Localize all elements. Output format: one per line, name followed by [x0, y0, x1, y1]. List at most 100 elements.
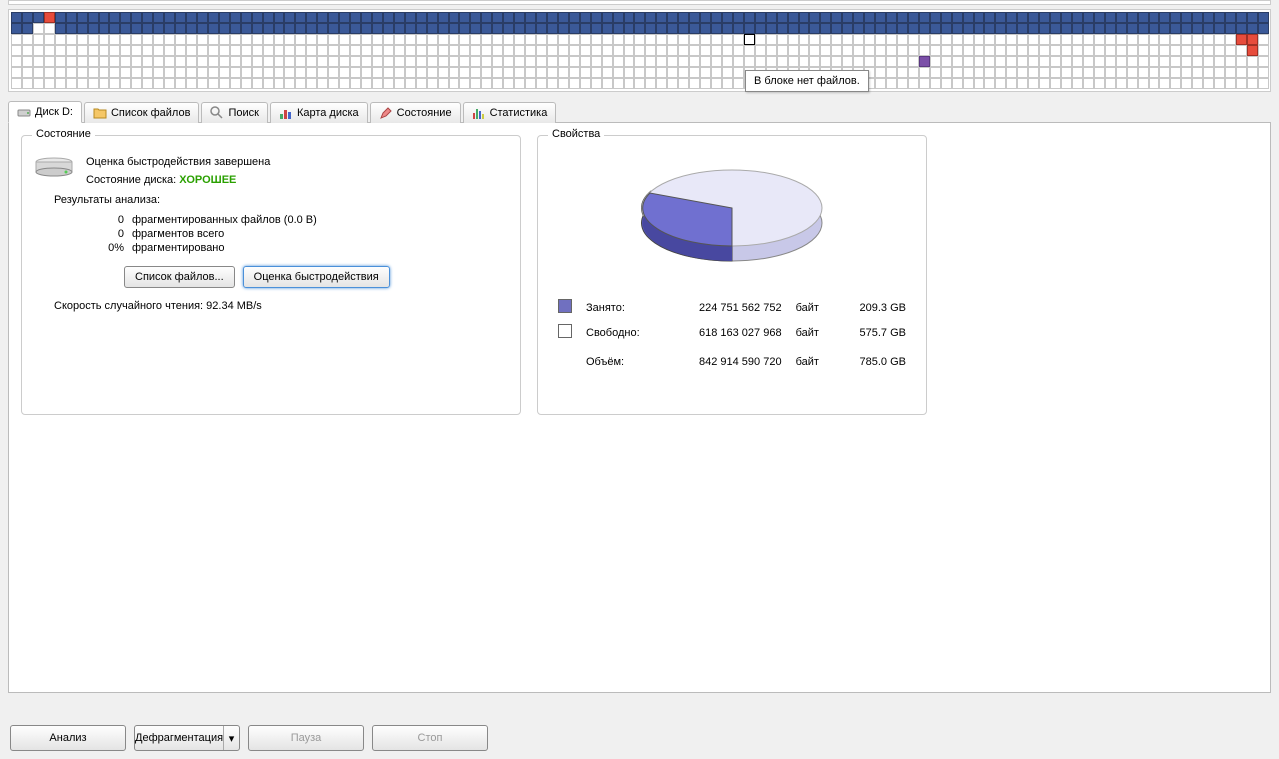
map-cell[interactable]	[77, 12, 88, 23]
map-cell[interactable]	[394, 45, 405, 56]
map-cell[interactable]	[350, 56, 361, 67]
map-cell[interactable]	[1116, 12, 1127, 23]
map-cell[interactable]	[1105, 12, 1116, 23]
map-cell[interactable]	[1006, 12, 1017, 23]
map-cell[interactable]	[99, 12, 110, 23]
map-cell[interactable]	[186, 56, 197, 67]
map-cell[interactable]	[1170, 56, 1181, 67]
map-cell[interactable]	[481, 12, 492, 23]
map-cell[interactable]	[339, 56, 350, 67]
map-cell[interactable]	[897, 12, 908, 23]
map-cell[interactable]	[66, 12, 77, 23]
map-cell[interactable]	[131, 78, 142, 89]
map-cell[interactable]	[853, 45, 864, 56]
map-cell[interactable]	[416, 12, 427, 23]
map-cell[interactable]	[897, 67, 908, 78]
map-cell[interactable]	[405, 56, 416, 67]
map-cell[interactable]	[930, 78, 941, 89]
map-cell[interactable]	[22, 23, 33, 34]
map-cell[interactable]	[142, 23, 153, 34]
map-cell[interactable]	[558, 23, 569, 34]
map-cell[interactable]	[55, 12, 66, 23]
map-cell[interactable]	[788, 23, 799, 34]
map-cell[interactable]	[55, 34, 66, 45]
map-cell[interactable]	[1214, 34, 1225, 45]
map-cell[interactable]	[350, 45, 361, 56]
map-cell[interactable]	[875, 12, 886, 23]
defrag-button[interactable]: Дефрагментация ▾	[134, 725, 240, 751]
map-cell[interactable]	[361, 34, 372, 45]
tab-search[interactable]: Поиск	[201, 102, 267, 123]
map-cell[interactable]	[1159, 78, 1170, 89]
map-cell[interactable]	[766, 23, 777, 34]
map-cell[interactable]	[306, 34, 317, 45]
map-cell[interactable]	[284, 23, 295, 34]
map-cell[interactable]	[175, 12, 186, 23]
pause-button[interactable]: Пауза	[248, 725, 364, 751]
map-cell[interactable]	[634, 45, 645, 56]
map-cell[interactable]	[514, 78, 525, 89]
map-cell[interactable]	[700, 34, 711, 45]
map-cell[interactable]	[88, 67, 99, 78]
map-cell[interactable]	[995, 34, 1006, 45]
map-cell[interactable]	[788, 45, 799, 56]
map-cell[interactable]	[853, 23, 864, 34]
map-cell[interactable]	[131, 23, 142, 34]
map-cell[interactable]	[66, 34, 77, 45]
map-cell[interactable]	[1083, 34, 1094, 45]
map-cell[interactable]	[219, 45, 230, 56]
map-cell[interactable]	[131, 12, 142, 23]
map-cell[interactable]	[995, 78, 1006, 89]
map-cell[interactable]	[328, 34, 339, 45]
map-cell[interactable]	[514, 23, 525, 34]
map-cell[interactable]	[197, 12, 208, 23]
map-cell[interactable]	[624, 34, 635, 45]
map-cell[interactable]	[514, 45, 525, 56]
map-cell[interactable]	[219, 34, 230, 45]
map-cell[interactable]	[44, 23, 55, 34]
map-cell[interactable]	[788, 56, 799, 67]
map-cell[interactable]	[1105, 56, 1116, 67]
map-cell[interactable]	[656, 56, 667, 67]
map-cell[interactable]	[1006, 67, 1017, 78]
map-cell[interactable]	[1149, 34, 1160, 45]
chevron-down-icon[interactable]: ▾	[224, 726, 239, 750]
map-cell[interactable]	[252, 23, 263, 34]
map-cell[interactable]	[503, 67, 514, 78]
map-cell[interactable]	[208, 56, 219, 67]
map-cell[interactable]	[1203, 12, 1214, 23]
map-cell[interactable]	[1203, 23, 1214, 34]
map-cell[interactable]	[55, 78, 66, 89]
map-cell[interactable]	[241, 34, 252, 45]
map-cell[interactable]	[230, 34, 241, 45]
map-cell[interactable]	[153, 56, 164, 67]
map-cell[interactable]	[153, 34, 164, 45]
map-cell[interactable]	[645, 78, 656, 89]
map-cell[interactable]	[438, 78, 449, 89]
map-cell[interactable]	[678, 45, 689, 56]
map-cell[interactable]	[77, 45, 88, 56]
map-cell[interactable]	[383, 23, 394, 34]
map-cell[interactable]	[295, 12, 306, 23]
map-cell[interactable]	[394, 56, 405, 67]
map-cell[interactable]	[350, 34, 361, 45]
map-cell[interactable]	[1039, 67, 1050, 78]
map-cell[interactable]	[427, 78, 438, 89]
map-cell[interactable]	[1159, 67, 1170, 78]
map-cell[interactable]	[624, 45, 635, 56]
map-cell[interactable]	[306, 45, 317, 56]
map-cell[interactable]	[284, 34, 295, 45]
map-cell[interactable]	[602, 78, 613, 89]
map-cell[interactable]	[44, 34, 55, 45]
map-cell[interactable]	[99, 34, 110, 45]
map-cell[interactable]	[459, 34, 470, 45]
map-cell[interactable]	[492, 45, 503, 56]
map-cell[interactable]	[700, 45, 711, 56]
map-cell[interactable]	[22, 56, 33, 67]
map-cell[interactable]	[602, 12, 613, 23]
map-cell[interactable]	[328, 45, 339, 56]
map-cell[interactable]	[295, 78, 306, 89]
map-cell[interactable]	[306, 12, 317, 23]
map-cell[interactable]	[1028, 34, 1039, 45]
map-cell[interactable]	[22, 34, 33, 45]
